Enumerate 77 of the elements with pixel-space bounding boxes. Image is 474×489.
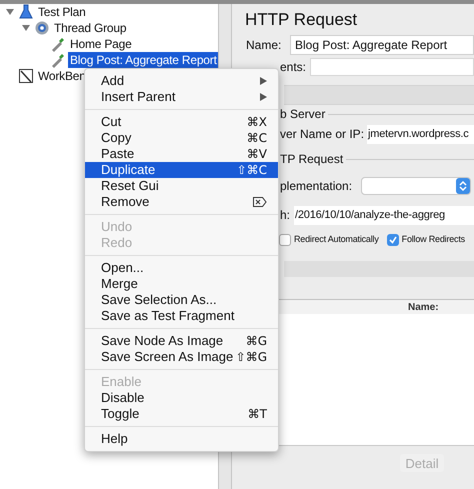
- shortcut-label: ⌘X: [246, 114, 267, 131]
- menu-item[interactable]: Save as Test Fragment: [85, 308, 278, 324]
- shortcut-label: ⌘V: [246, 146, 267, 163]
- menu-item-label: Merge: [101, 275, 138, 294]
- menu-item-label: Save Selection As...: [101, 291, 217, 310]
- column-header: Name:: [408, 300, 439, 314]
- menu-item-label: Add: [101, 72, 124, 90]
- pipette-icon: [50, 52, 66, 68]
- menu-item[interactable]: Remove: [85, 194, 278, 210]
- menu-item-label: Cut: [101, 113, 122, 132]
- menu-item[interactable]: Paste ⌘V: [85, 146, 278, 162]
- menu-item-label: Save Node As Image: [101, 332, 224, 350]
- stepper-icon: [456, 178, 470, 194]
- tree-item[interactable]: Test Plan: [36, 4, 88, 20]
- checkbox[interactable]: [279, 234, 291, 246]
- implementation-label: plementation:: [280, 178, 354, 195]
- menu-item[interactable]: Merge: [85, 276, 278, 292]
- menu-item-label: Help: [101, 430, 128, 448]
- menu-item-label: Open...: [101, 259, 144, 278]
- menu-item-label: Toggle: [101, 405, 140, 424]
- delete-key-icon: [253, 197, 267, 207]
- tree-item[interactable]: WorkBen: [36, 68, 88, 84]
- checkbox[interactable]: [386, 234, 399, 246]
- tree-item[interactable]: Thread Group: [52, 20, 128, 36]
- shortcut-label: ⇧⌘C: [236, 162, 267, 179]
- checkbox-label: Redirect Automatically: [294, 233, 379, 246]
- menu-item[interactable]: Open...: [85, 260, 278, 276]
- menu-item-label: Duplicate: [101, 161, 156, 180]
- checkmark-icon: [388, 235, 398, 245]
- menu-item-label: Save as Test Fragment: [101, 307, 234, 326]
- server-label: ver Name or IP:: [280, 126, 364, 143]
- menu-item[interactable]: Save Node As Image ⌘G: [85, 333, 278, 349]
- server-field[interactable]: jmetervn.wordpress.c: [367, 124, 474, 144]
- menu-item-label: Insert Parent: [101, 88, 176, 106]
- expanded-triangle-icon[interactable]: [22, 24, 30, 32]
- menu-item[interactable]: Reset Gui: [85, 178, 278, 194]
- shortcut-label: ⌘T: [248, 406, 267, 423]
- flask-icon: [18, 4, 34, 20]
- comments-label: ents:: [280, 59, 308, 76]
- gear-icon: [34, 20, 50, 36]
- menu-item-label: Copy: [101, 129, 132, 148]
- menu-item-label: Remove: [101, 193, 150, 212]
- menu-item-label: Save Screen As Image: [101, 348, 234, 366]
- menu-item-label: Enable: [101, 373, 142, 392]
- implementation-dropdown[interactable]: [361, 177, 471, 195]
- menu-item-label: Reset Gui: [101, 177, 159, 196]
- menu-item[interactable]: Toggle ⌘T: [85, 406, 278, 422]
- shortcut-label: ⇧⌘G: [236, 349, 267, 366]
- menu-item[interactable]: Save Screen As Image ⇧⌘G: [85, 349, 278, 365]
- menu-item[interactable]: Save Selection As...: [85, 292, 278, 308]
- tree-item[interactable]: Home Page: [68, 36, 134, 52]
- expanded-triangle-icon[interactable]: [6, 8, 14, 16]
- tree-item[interactable]: Blog Post: Aggregate Report: [68, 52, 219, 68]
- shortcut-label: ⌘C: [246, 130, 267, 147]
- menu-item-label: Disable: [101, 389, 144, 408]
- menu-item[interactable]: Help: [85, 431, 278, 447]
- path-label: h:: [280, 207, 292, 224]
- menu-item[interactable]: Add: [85, 73, 278, 89]
- shortcut-label: ⌘G: [246, 333, 267, 350]
- menu-item[interactable]: Disable: [85, 390, 278, 406]
- panel-title: HTTP Request: [245, 9, 358, 32]
- name-label: Name:: [246, 37, 282, 54]
- pipette-icon: [50, 36, 66, 52]
- comments-field[interactable]: [310, 58, 474, 76]
- menu-item-label: Redo: [101, 234, 132, 252]
- path-field[interactable]: /2016/10/10/analyze-the-aggreg: [294, 206, 474, 224]
- menu-item[interactable]: Insert Parent: [85, 89, 278, 105]
- drafting-icon: [18, 68, 34, 84]
- menu-item-label: Undo: [101, 218, 132, 236]
- menu-item-label: Paste: [101, 145, 134, 164]
- menu-item[interactable]: Copy ⌘C: [85, 130, 278, 146]
- menu-item[interactable]: Cut ⌘X: [85, 114, 278, 130]
- fieldset-legend: TP Request: [280, 150, 346, 168]
- menu-item[interactable]: Duplicate ⇧⌘C: [85, 162, 278, 178]
- name-field[interactable]: Blog Post: Aggregate Report: [290, 35, 474, 55]
- fieldset-legend: b Server: [280, 105, 328, 123]
- checkbox-label: Follow Redirects: [402, 233, 465, 246]
